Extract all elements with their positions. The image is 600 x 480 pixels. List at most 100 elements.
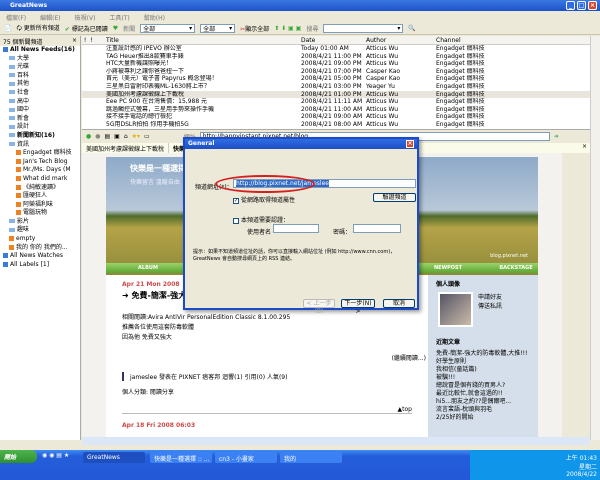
find-icon[interactable]: 🔍 [408, 25, 415, 32]
recent-post-link[interactable]: 免費-簡潔-強大的防毒軟體,大推!!! [436, 350, 530, 358]
minimize-button[interactable]: _ [566, 1, 575, 10]
heart-icon[interactable]: ♥ [113, 25, 118, 32]
page-icon[interactable]: ▤ [105, 133, 111, 140]
column-title[interactable]: Title [106, 36, 301, 44]
sidebar-item[interactable]: 影片 [0, 218, 80, 227]
sidebar-item[interactable]: 百科 [0, 72, 80, 81]
sidebar-item[interactable]: Engadget 癮科技 [0, 149, 80, 158]
recent-post-link[interactable]: 2/25好的開始 [436, 414, 530, 422]
task-browser[interactable]: 快樂是一種選擇 :: ... [150, 452, 212, 463]
recent-post-link[interactable]: hi5...朋友之約??是偶爾吧... [436, 398, 530, 406]
sidebar-item[interactable]: 阿榮福利味 [0, 201, 80, 210]
nav-album[interactable]: ALBUM [138, 265, 158, 271]
recent-post-link[interactable]: 我相信(童話篇) [436, 366, 530, 374]
sidebar-item[interactable]: All News Feeds(16) [0, 46, 80, 55]
menu-tools[interactable]: 工具(T) [109, 13, 129, 22]
cancel-button[interactable]: 取消 [383, 299, 415, 308]
auto-checkbox[interactable]: ✓ 從網路取得頻道屬性 [233, 195, 295, 204]
task-mine[interactable]: 我的 [280, 452, 342, 463]
article-row[interactable]: 5G用DSLR拍拍 你用手機拍5G 2008/4/21 08:00 AM Attic… [82, 121, 590, 129]
verify-button[interactable]: 驗證頻道 [373, 193, 416, 202]
sidebar-close-button[interactable]: × [72, 37, 77, 45]
sidebar-item[interactable]: 匯硬狂人 [0, 192, 80, 201]
auth-checkbox[interactable]: 本頻道需要認證： [233, 215, 289, 224]
sidebar-item[interactable]: Mr./Ms. Days (M [0, 166, 80, 175]
home-icon[interactable]: ⌂ [124, 133, 128, 140]
article-row[interactable]: HTC大量新機諜照曝光！ 2008/4/21 09:00 PM Atticus Wu… [82, 60, 590, 68]
article-row[interactable]: 跳過觸控式螢幕，三星用手勢來操作手機 2008/4/21 11:00 AM Atti… [82, 106, 590, 114]
mark-read-button[interactable]: ✔ 標記為已閱讀 [65, 24, 108, 33]
message-link[interactable]: 傳送私訊 [478, 301, 502, 310]
article-row[interactable]: 接不接手電話的總行檢犯 2008/4/21 09:00 AM Atticus Wu E… [82, 113, 590, 121]
column-author[interactable]: Author [366, 36, 436, 44]
sidebar-item[interactable]: 大學 [0, 55, 80, 64]
filter-select-2[interactable]: 全部 ▾ [200, 23, 236, 33]
article-row[interactable]: TAG Heuer推出8款賽車手錶 2008/4/21 11:00 PM Attic… [82, 53, 590, 61]
next-button[interactable]: 下一步(N) > [341, 299, 375, 315]
sidebar-item[interactable]: 新聞新知(16) [0, 132, 80, 141]
sidebar-item[interactable]: 電腦玩物 [0, 209, 80, 218]
recent-post-link[interactable]: 總說冒是個有錢的買男人? [436, 382, 530, 390]
nav-icon[interactable]: ⬆ ⬇ ▣ ▣ [274, 25, 301, 32]
article-row[interactable]: 注重設計感的 IPEVO 辦公室 Today 01:00 AM Atticus Wu… [82, 45, 590, 53]
column-date[interactable]: Date [301, 36, 366, 44]
username-input[interactable] [273, 224, 319, 233]
sidebar-item[interactable]: 其他 [0, 80, 80, 89]
sidebar-item[interactable]: 《純敏速讀》 [0, 184, 80, 193]
close-tab-icon[interactable]: × [579, 143, 590, 153]
menu-help[interactable]: 幫助(H) [144, 13, 165, 22]
article-row[interactable]: 小蔣被專利之讓你爸爸扭一下 2008/4/21 07:00 PM Casper Ka… [82, 68, 590, 76]
horizontal-scrollbar[interactable] [82, 437, 590, 445]
quick-launch-icons[interactable]: ◉ ◉ ▤ ★ [42, 452, 69, 459]
sidebar-item[interactable]: 社會 [0, 89, 80, 98]
start-button[interactable]: 開始 [0, 450, 37, 463]
menu-view[interactable]: 檢視(V) [75, 13, 96, 22]
recent-post-link[interactable]: 被騙!!! [436, 374, 530, 382]
column-channel[interactable]: Channel [436, 36, 516, 44]
task-paint[interactable]: cn3 - 小畫家 [215, 452, 277, 463]
sidebar-item[interactable]: 高中 [0, 98, 80, 107]
sidebar-item[interactable]: 資訊 [0, 141, 80, 150]
add-friend-link[interactable]: 申請好友 [478, 292, 502, 301]
dialog-close-button[interactable]: × [406, 140, 414, 148]
new-feed-icon[interactable]: 📄 [4, 25, 11, 32]
flag-column[interactable]: ! ! [82, 36, 106, 44]
go-icon[interactable]: ➜ [554, 133, 559, 140]
sidebar-item[interactable]: Jan's Tech Blog [0, 158, 80, 167]
article-row[interactable]: 首元（美元）電子書 Papyrus 概念登場！ 2008/4/21 05:00 P… [82, 75, 590, 83]
sidebar-item[interactable]: 國中 [0, 106, 80, 115]
refresh-icon[interactable]: ▣ [114, 133, 120, 140]
menu-edit[interactable]: 編輯(E) [40, 13, 60, 22]
nav-newpost[interactable]: NEWPOST [434, 265, 462, 271]
recent-post-link[interactable]: 好學生原則 [436, 358, 530, 366]
recent-post-link[interactable]: 流言蜚語-枕頭與羽毛 [436, 406, 530, 414]
filter-select-1[interactable]: 全部 ▾ [140, 23, 196, 33]
sidebar-item[interactable]: 新會 [0, 115, 80, 124]
sidebar-item[interactable]: What did mark [0, 175, 80, 184]
read-more-link[interactable]: (繼續閱讀...) [122, 353, 426, 362]
tab-article[interactable]: 美國加州考慮課徵線上下載稅 [82, 143, 170, 153]
star-icon[interactable]: ★▾ [132, 133, 140, 140]
article-row[interactable]: 美國加州考慮課徵線上下載稅 2008/4/21 01:00 PM Atticus W… [82, 90, 590, 99]
search-input[interactable]: ▾ [323, 23, 404, 33]
top-link[interactable]: ▲top [122, 406, 412, 414]
update-all-button[interactable]: 🗘 更新所有頻道 [16, 23, 59, 34]
sidebar-item[interactable]: 我的 你的 我們的... [0, 244, 80, 253]
stop-icon[interactable]: ● [95, 133, 100, 140]
sidebar-item[interactable]: 光碟 [0, 63, 80, 72]
recent-post-link[interactable]: 最近比較忙,就會這過的!! [436, 390, 530, 398]
article-row[interactable]: Eee PC 900 在台灣售價：15,988 元 2008/4/21 11:11… [82, 98, 590, 106]
sidebar-item[interactable]: empty [0, 235, 80, 244]
sidebar-item[interactable]: 趣味 [0, 226, 80, 235]
vertical-scrollbar[interactable] [590, 36, 600, 440]
maximize-button[interactable]: □ [577, 1, 586, 10]
show-all-button[interactable]: ✂顯示全部 [240, 24, 269, 33]
menu-file[interactable]: 檔案(F) [6, 13, 26, 22]
task-greatnews[interactable]: GreatNews [83, 452, 145, 463]
sidebar-item[interactable]: All News Watches [0, 252, 80, 261]
back-icon[interactable]: ● [86, 133, 91, 140]
sidebar-item[interactable]: 設計 [0, 123, 80, 132]
close-button[interactable]: × [588, 1, 597, 10]
window-icon[interactable]: ▭ [144, 133, 150, 140]
password-input[interactable] [353, 224, 401, 233]
